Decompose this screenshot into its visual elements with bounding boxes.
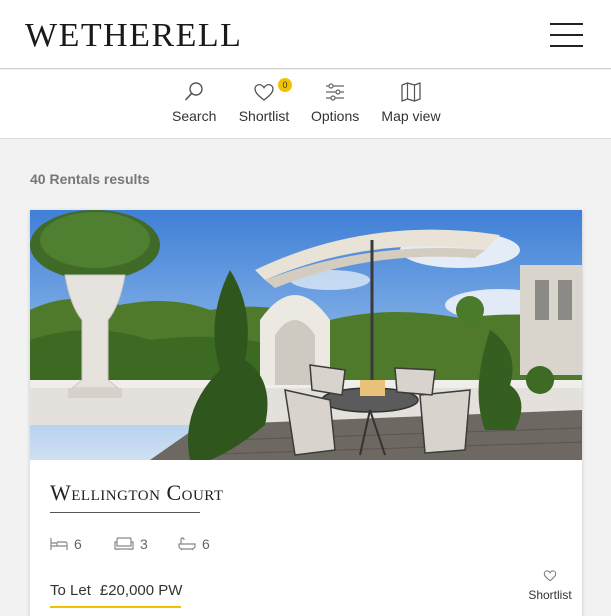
results-count: 40 Rentals results <box>30 171 150 187</box>
map-view-button[interactable]: Map view <box>381 80 441 124</box>
bed-icon <box>50 538 68 550</box>
property-photo[interactable] <box>30 210 582 460</box>
search-button[interactable]: Search <box>172 80 216 124</box>
shortlist-button-label: Shortlist <box>528 588 572 602</box>
status-underline <box>50 606 181 608</box>
options-label: Options <box>311 108 360 124</box>
add-to-shortlist-button[interactable]: Shortlist <box>528 568 572 602</box>
title-divider <box>50 512 200 513</box>
menu-bar <box>550 45 583 47</box>
map-icon <box>401 82 421 102</box>
menu-bar <box>550 23 583 25</box>
price-label: £20,000 PW <box>99 582 183 599</box>
menu-bar <box>550 34 583 36</box>
bath-icon <box>178 537 196 551</box>
shortlist-count-badge: 0 <box>278 78 292 92</box>
sliders-icon <box>326 83 344 101</box>
search-label: Search <box>172 108 217 124</box>
shortlist-label: Shortlist <box>238 108 290 124</box>
bedrooms-feature: 6 <box>50 536 82 552</box>
results-toolbar: Search 0 Shortlist Options Map view <box>0 70 611 139</box>
search-icon <box>185 82 203 101</box>
site-header: WETHERELL <box>0 0 611 69</box>
site-logo[interactable]: WETHERELL <box>25 18 242 54</box>
heart-icon <box>254 83 274 101</box>
receptions-feature: 3 <box>114 536 148 552</box>
status-label: To Let <box>50 582 91 599</box>
listing-status: To Let £20,000 PW <box>50 582 182 599</box>
sofa-icon <box>114 537 134 550</box>
options-button[interactable]: Options <box>311 80 359 124</box>
map-view-label: Map view <box>381 108 441 124</box>
bathrooms-count: 6 <box>202 536 210 552</box>
receptions-count: 3 <box>140 536 148 552</box>
shortlist-button[interactable]: 0 Shortlist <box>238 78 292 124</box>
terrace-photo-image <box>30 210 582 460</box>
bedrooms-count: 6 <box>74 536 82 552</box>
bathrooms-feature: 6 <box>178 536 210 552</box>
hamburger-menu-icon[interactable] <box>550 21 583 49</box>
heart-icon <box>543 570 557 582</box>
property-card[interactable]: Wellington Court 6 3 6 To Let £20,000 PW <box>30 210 582 616</box>
property-title[interactable]: Wellington Court <box>50 480 224 506</box>
